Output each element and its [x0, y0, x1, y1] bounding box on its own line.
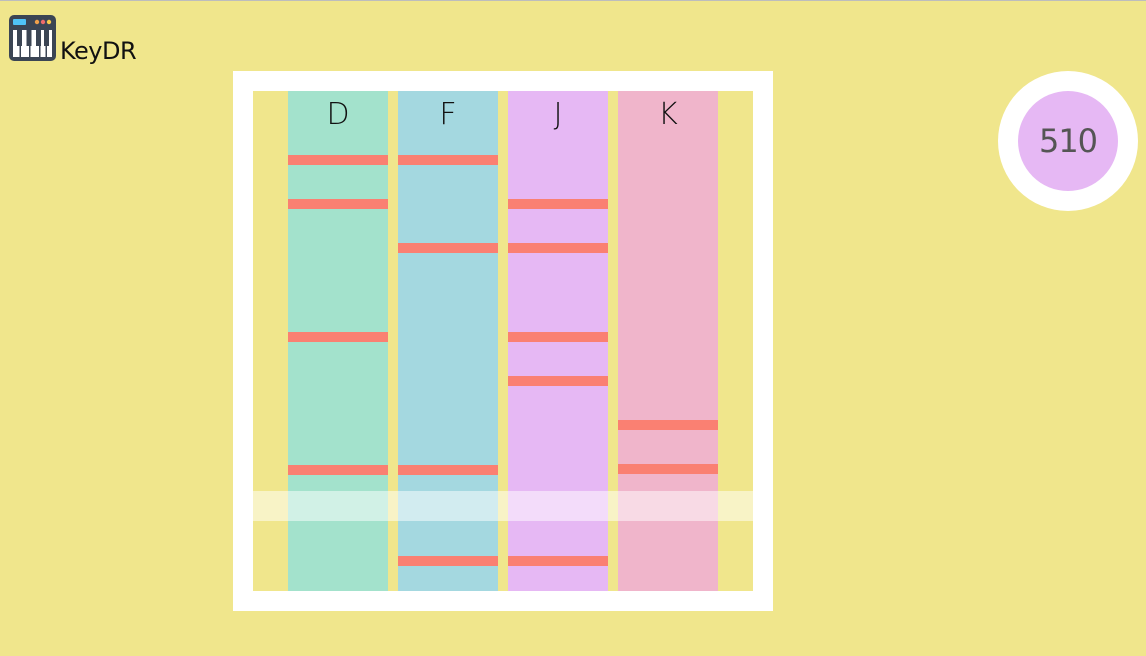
lane-key-label: J [553, 96, 563, 132]
note-f [398, 155, 498, 165]
note-f [398, 465, 498, 475]
note-d [288, 465, 388, 475]
note-d [288, 155, 388, 165]
note-f [398, 243, 498, 253]
score-display: 510 [998, 71, 1138, 211]
score-value: 510 [1038, 122, 1098, 160]
play-field: D F J K [253, 91, 753, 591]
score-badge: 510 [1018, 91, 1118, 191]
hit-zone [253, 491, 753, 521]
note-d [288, 199, 388, 209]
note-j [508, 243, 608, 253]
lane-key-label: K [658, 96, 678, 132]
lane-key-label: F [439, 96, 457, 132]
note-j [508, 332, 608, 342]
lane-key-label: D [326, 96, 350, 132]
app-title: KeyDR [60, 37, 137, 65]
note-j [508, 556, 608, 566]
note-j [508, 199, 608, 209]
piano-keyboard-icon [9, 15, 56, 61]
game-board: D F J K [233, 71, 773, 611]
note-j [508, 376, 608, 386]
note-k [618, 420, 718, 430]
note-k [618, 464, 718, 474]
note-d [288, 332, 388, 342]
app-brand: KeyDR [9, 11, 137, 65]
note-f [398, 556, 498, 566]
window-top-border [0, 0, 1146, 1]
